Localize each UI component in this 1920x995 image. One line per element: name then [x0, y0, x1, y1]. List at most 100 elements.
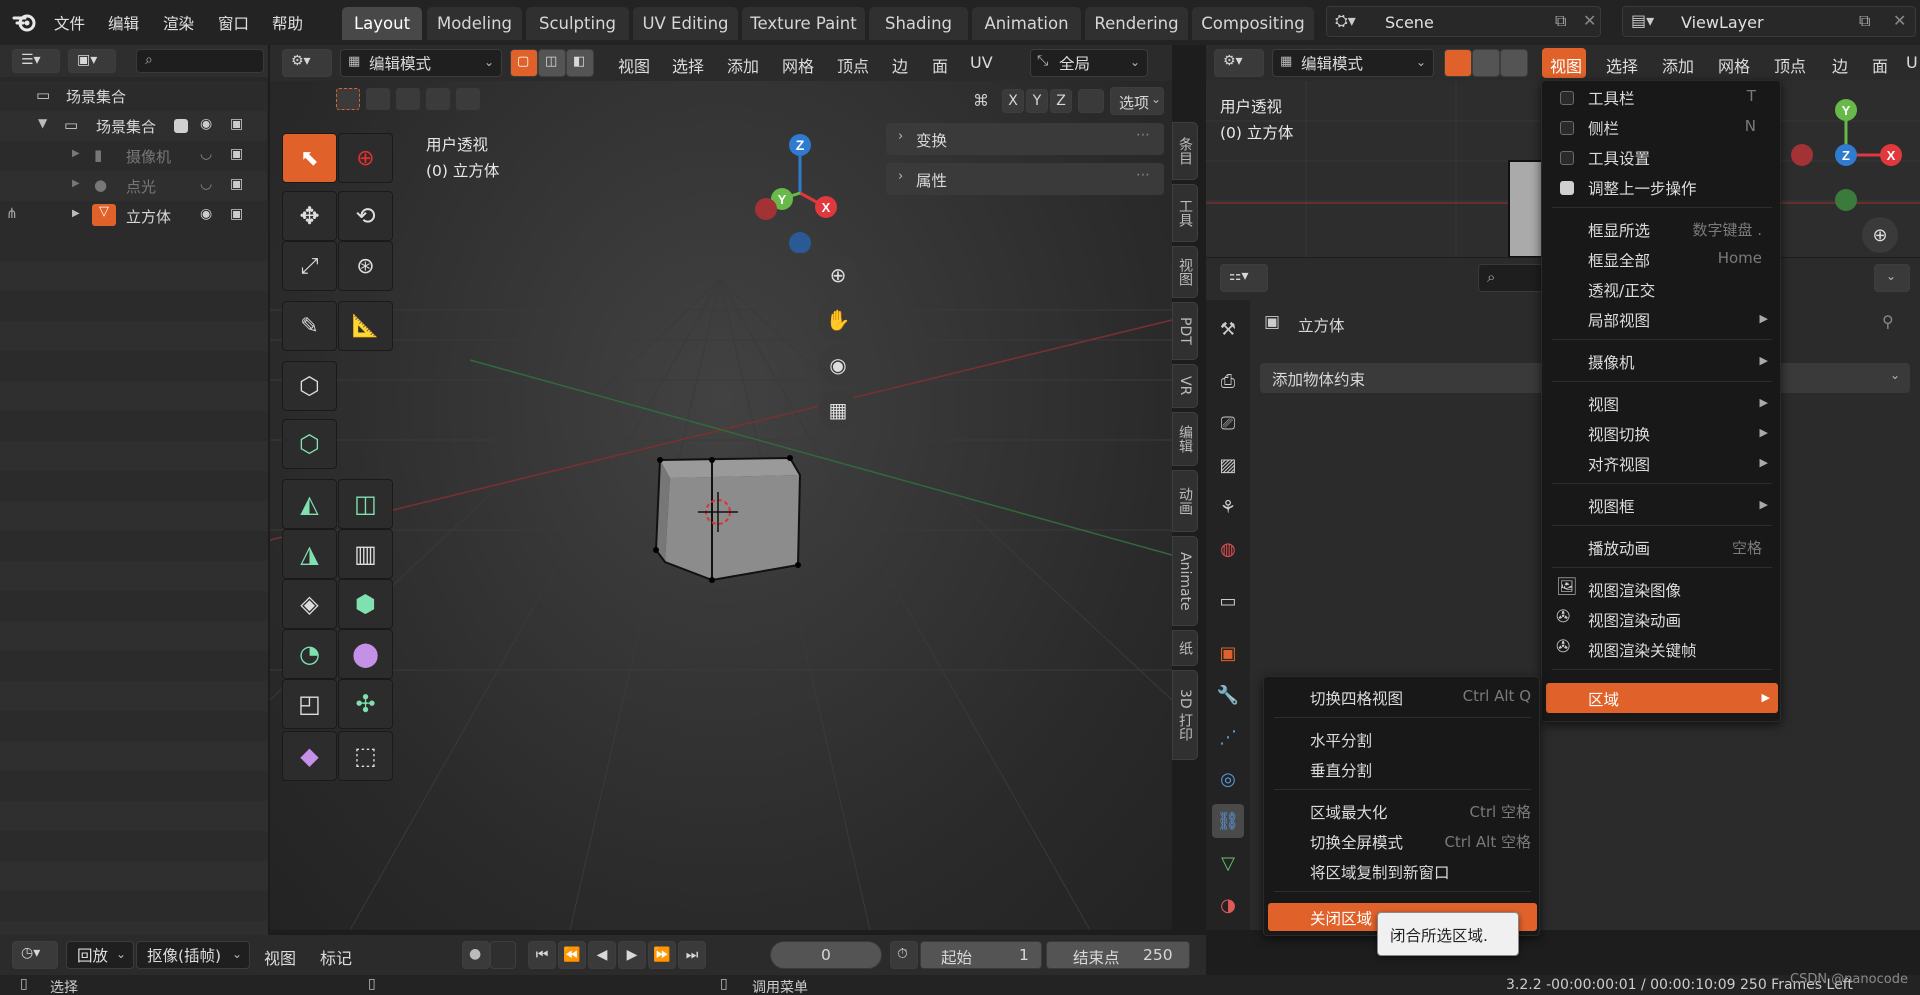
- tab-constraints[interactable]: ⛓: [1212, 804, 1244, 838]
- next-keyframe-button[interactable]: ⏩: [648, 941, 676, 969]
- menu-item-vertical-split[interactable]: 垂直分割: [1310, 759, 1372, 781]
- menu-mesh[interactable]: 网格: [782, 53, 814, 77]
- zoom-button[interactable]: ⊕: [1862, 217, 1898, 253]
- jump-end-button[interactable]: ⏭: [678, 941, 706, 969]
- menu-view[interactable]: 视图: [618, 53, 650, 77]
- options-dropdown-button[interactable]: ⌄: [1874, 264, 1910, 292]
- menu-select[interactable]: 选择: [1606, 53, 1638, 77]
- tool-shear[interactable]: ◆: [282, 731, 337, 781]
- tab-texture-paint[interactable]: Texture Paint: [742, 7, 865, 40]
- select-intersect-button[interactable]: [456, 88, 480, 110]
- menu-add[interactable]: 添加: [1662, 53, 1694, 77]
- menu-item-persp-ortho[interactable]: 透视/正交: [1588, 279, 1655, 301]
- tab-tool[interactable]: 工具: [1172, 184, 1198, 242]
- menu-item-sidebar[interactable]: 侧栏: [1588, 117, 1619, 139]
- camera-icon[interactable]: ▣: [230, 116, 243, 132]
- menu-item-local-view[interactable]: 局部视图: [1588, 309, 1650, 331]
- sidebar-checkbox[interactable]: [1560, 121, 1574, 135]
- menu-item-toggle-maximize[interactable]: 区域最大化: [1310, 801, 1388, 823]
- list-item[interactable]: ▶ ● 点光 ◡ ▣: [0, 171, 267, 201]
- mirror-y-button[interactable]: Y: [1026, 89, 1048, 113]
- tool-loop-cut[interactable]: ▥: [338, 529, 393, 579]
- menu-item-tool-settings[interactable]: 工具设置: [1588, 147, 1650, 169]
- options-button[interactable]: 选项 ⌄: [1110, 87, 1164, 115]
- tab-vr[interactable]: VR: [1172, 364, 1198, 408]
- menu-file[interactable]: 文件: [54, 12, 85, 34]
- tab-particles[interactable]: ⋰: [1212, 720, 1244, 754]
- list-item[interactable]: ▶ ▮ 摄像机 ◡ ▣: [0, 141, 267, 171]
- menu-vertex[interactable]: 顶点: [1774, 53, 1806, 77]
- tab-animate[interactable]: Animate: [1172, 536, 1198, 626]
- tab-data[interactable]: ▽: [1212, 846, 1244, 880]
- menu-marker[interactable]: 标记: [320, 945, 352, 969]
- tab-scene[interactable]: ⚘: [1212, 490, 1244, 524]
- camera-view-button[interactable]: ◉: [818, 345, 858, 385]
- menu-item-adjust-last[interactable]: 调整上一步操作: [1588, 177, 1697, 199]
- menu-item-view-regions[interactable]: 视图框: [1588, 495, 1635, 517]
- tab-uv-editing[interactable]: UV Editing: [633, 7, 738, 40]
- menu-add[interactable]: 添加: [727, 53, 759, 77]
- viewport-left[interactable]: ⚙▾ ▦ 编辑模式 ⌄ ▢ ◫ ◧ 视图 选择 添加 网格 顶点 边 面 UV …: [270, 45, 1172, 930]
- menu-face[interactable]: 面: [932, 53, 948, 77]
- drag-handle-icon[interactable]: ⋯: [1136, 167, 1150, 183]
- tab-view[interactable]: 视图: [1172, 246, 1198, 298]
- mode-dropdown[interactable]: ▦ 编辑模式 ⌄: [1272, 49, 1434, 77]
- keying-set-button[interactable]: [490, 941, 516, 969]
- chevron-right-icon[interactable]: ▶: [72, 148, 80, 159]
- menu-vertex[interactable]: 顶点: [837, 53, 869, 77]
- start-frame-field[interactable]: 起始 1: [920, 941, 1042, 969]
- tab-output[interactable]: ⎚: [1212, 406, 1244, 440]
- select-subtract-button[interactable]: [396, 88, 420, 110]
- zoom-button[interactable]: ⊕: [818, 255, 858, 295]
- topology-mirror-button[interactable]: [1078, 89, 1104, 113]
- tab-compositing[interactable]: Compositing: [1192, 7, 1314, 40]
- tab-shading[interactable]: Shading: [869, 7, 968, 40]
- tab-animation[interactable]: Animation: [972, 7, 1081, 40]
- display-mode-button[interactable]: ▣▾: [68, 49, 116, 73]
- navigation-gizmo[interactable]: Y Z X: [1776, 85, 1916, 225]
- menu-view[interactable]: 视图: [1550, 53, 1582, 77]
- menu-render[interactable]: 渲染: [163, 12, 194, 34]
- tool-cursor[interactable]: ⊕: [338, 133, 393, 183]
- tool-add-cube[interactable]: ⬡: [282, 361, 337, 411]
- menu-item-navigation[interactable]: 视图切换: [1588, 423, 1650, 445]
- list-item[interactable]: ▼ ▭ 场景集合 ◉ ▣: [0, 111, 267, 141]
- tab-modeling[interactable]: Modeling: [427, 7, 522, 40]
- menu-item-area[interactable]: 区域 ▶: [1546, 683, 1778, 713]
- select-new-button[interactable]: [336, 88, 360, 110]
- current-frame-field[interactable]: 0: [770, 941, 882, 969]
- eye-icon[interactable]: ◉: [200, 206, 212, 222]
- tool-knife[interactable]: ◈: [282, 579, 337, 629]
- toolbar-checkbox[interactable]: [1560, 91, 1574, 105]
- pan-button[interactable]: ✋: [818, 300, 858, 340]
- jump-start-button[interactable]: ⏮: [528, 941, 556, 969]
- view-layer-selector[interactable]: ▤▾ ViewLayer ⧉ ✕: [1622, 6, 1916, 37]
- menu-item-viewpoint[interactable]: 视图: [1588, 393, 1619, 415]
- tab-physics[interactable]: ◎: [1212, 762, 1244, 796]
- cube-mesh[interactable]: [650, 440, 820, 590]
- new-scene-icon[interactable]: ⧉: [1555, 11, 1566, 31]
- menu-item-viewport-render-image[interactable]: 视图渲染图像: [1588, 579, 1681, 601]
- tab-3d-print[interactable]: 3D 打印: [1172, 670, 1198, 760]
- menu-edge[interactable]: 边: [892, 53, 908, 77]
- menu-item-toolbar[interactable]: 工具栏: [1588, 87, 1635, 109]
- preview-range-button[interactable]: ⏱: [890, 941, 918, 969]
- tab-render[interactable]: ⎙: [1212, 364, 1244, 398]
- mirror-icon[interactable]: ⌘: [973, 91, 989, 110]
- menu-face[interactable]: 面: [1872, 53, 1888, 77]
- tool-smooth[interactable]: ⬤: [338, 629, 393, 679]
- tool-select-box[interactable]: ⬉: [282, 133, 337, 183]
- tab-rendering[interactable]: Rendering: [1085, 7, 1188, 40]
- menu-item-viewport-render-animation[interactable]: 视图渲染动画: [1588, 609, 1681, 631]
- tool-rip[interactable]: ⬚: [338, 731, 393, 781]
- tool-edge-slide[interactable]: ◰: [282, 679, 337, 729]
- adjust-last-checkbox[interactable]: [1560, 181, 1574, 195]
- properties-panel-header[interactable]: › 属性 ⋯: [886, 163, 1164, 195]
- prev-keyframe-button[interactable]: ⏪: [558, 941, 586, 969]
- auto-keying-button[interactable]: ●: [462, 941, 490, 969]
- menu-select[interactable]: 选择: [672, 53, 704, 77]
- tab-object[interactable]: ▣: [1212, 636, 1244, 670]
- tab-view-layer[interactable]: ▨: [1212, 448, 1244, 482]
- camera-icon[interactable]: ▣: [230, 146, 243, 162]
- tab-world[interactable]: ◍: [1212, 532, 1244, 566]
